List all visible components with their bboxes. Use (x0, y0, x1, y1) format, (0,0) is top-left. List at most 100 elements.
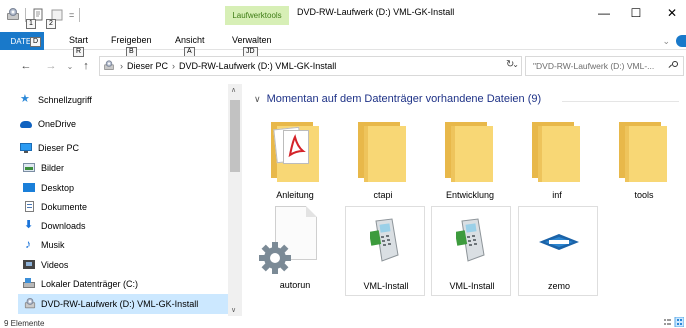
desktop-icon (23, 182, 36, 193)
minimize-button[interactable]: — (592, 4, 616, 22)
navigation-scrollbar[interactable]: ∧ ∨ (228, 84, 242, 316)
zemo-logo-icon (537, 233, 581, 251)
cloud-icon (20, 118, 33, 129)
file-name: inf (552, 190, 562, 200)
file-item-zemo[interactable]: zemo (518, 206, 598, 296)
scroll-down-icon[interactable]: ∨ (231, 306, 236, 314)
computer-icon (20, 142, 33, 153)
search-icon (668, 61, 678, 70)
sidebar-item-desktop[interactable]: Desktop (23, 182, 74, 193)
sidebar-item-this-pc[interactable]: Dieser PC (20, 142, 79, 153)
keytip-qa2: 2 (46, 19, 56, 29)
window-title: DVD-RW-Laufwerk (D:) VML-GK-Install (297, 7, 455, 17)
search-placeholder: "DVD-RW-Laufwerk (D:) VML-... (533, 61, 655, 71)
sidebar-item-downloads[interactable]: ⬇ Downloads (23, 220, 86, 231)
music-icon: ♪ (25, 237, 31, 251)
folder-icon (358, 122, 406, 182)
sidebar-item-label: Desktop (41, 182, 75, 193)
tab-view[interactable]: Ansicht (175, 35, 205, 45)
sidebar-item-label: Bilder (41, 162, 65, 173)
file-name: tools (634, 190, 654, 200)
sidebar-item-label: Schnellzugriff (38, 94, 92, 105)
view-toggle[interactable] (664, 316, 685, 328)
file-item-anleitung[interactable]: Anleitung (255, 116, 335, 206)
breadcrumb-current[interactable]: DVD-RW-Laufwerk (D:) VML-GK-Install (179, 61, 336, 71)
sidebar-item-onedrive[interactable]: OneDrive (20, 118, 76, 129)
breadcrumb-this-pc[interactable]: Dieser PC (127, 61, 168, 71)
file-item-vml-install-2[interactable]: VML-Install (431, 206, 511, 296)
sidebar-item-music[interactable]: ♪ Musik (23, 237, 65, 251)
recent-locations-icon[interactable]: ⌄ (62, 57, 78, 75)
forward-button[interactable]: → (43, 57, 59, 75)
item-count: 9 Elemente (4, 319, 45, 328)
file-item-vml-install-1[interactable]: VML-Install (345, 206, 425, 296)
folder-icon (619, 122, 667, 182)
toolbar-divider (79, 8, 81, 22)
star-icon: ★ (20, 93, 30, 105)
file-item-autorun[interactable]: autorun (255, 206, 335, 296)
group-header[interactable]: ∨ Momentan auf dem Datenträger vorhanden… (254, 93, 541, 105)
keytip-qa1: 1 (26, 19, 36, 29)
sidebar-item-label: DVD-RW-Laufwerk (D:) VML-GK-Install (41, 299, 199, 309)
group-divider (562, 101, 679, 102)
ribbon-expand-icon[interactable]: ⌄ (662, 36, 670, 47)
tab-manage[interactable]: Verwalten (232, 35, 272, 45)
pictures-icon (23, 162, 36, 173)
sidebar-item-pictures[interactable]: Bilder (23, 162, 64, 173)
card-terminal-icon (454, 217, 488, 263)
videos-icon (23, 259, 36, 270)
documents-icon (23, 201, 36, 212)
sidebar-item-label: Videos (41, 259, 69, 270)
sidebar-item-label: Downloads (41, 220, 86, 231)
tab-share[interactable]: Freigeben (111, 35, 152, 45)
dvd-drive-icon (6, 8, 20, 22)
sidebar-item-dvd-drive[interactable]: DVD-RW-Laufwerk (D:) VML-GK-Install (18, 294, 228, 314)
folder-icon (445, 122, 493, 182)
context-tab-drive-tools[interactable]: Laufwerktools (225, 6, 289, 25)
file-name: zemo (547, 281, 570, 291)
file-name: VML-Install (363, 281, 409, 291)
navigation-pane: ★ Schnellzugriff OneDrive Dieser PC Bild… (0, 84, 240, 316)
card-terminal-icon (368, 217, 402, 263)
sidebar-item-label: OneDrive (38, 118, 77, 129)
breadcrumb-separator: › (172, 61, 176, 71)
dvd-drive-icon (23, 297, 36, 310)
sidebar-item-label: Dokumente (41, 201, 88, 212)
downloads-icon: ⬇ (24, 219, 34, 231)
title-bar: = 1 2 Laufwerktools DVD-RW-Laufwerk (D:)… (0, 0, 686, 32)
help-icon[interactable] (676, 35, 686, 47)
maximize-button[interactable]: ☐ (624, 4, 648, 22)
sidebar-item-quick-access[interactable]: ★ Schnellzugriff (20, 94, 92, 105)
file-item-tools[interactable]: tools (604, 116, 684, 206)
group-title: Momentan auf dem Datenträger vorhandene … (266, 93, 542, 105)
file-item-inf[interactable]: inf (517, 116, 597, 206)
refresh-button[interactable]: ↻ (506, 59, 514, 70)
status-bar: 9 Elemente (0, 316, 686, 328)
file-item-entwicklung[interactable]: Entwicklung (430, 116, 510, 206)
dvd-drive-icon (103, 60, 114, 71)
address-row: ← → ⌄ ↑ › Dieser PC › DVD-RW-Laufwerk (D… (0, 55, 686, 79)
sidebar-item-documents[interactable]: Dokumente (23, 201, 87, 212)
up-button[interactable]: ↑ (78, 57, 94, 75)
file-item-ctapi[interactable]: ctapi (343, 116, 423, 206)
sidebar-item-label: Lokaler Datenträger (C:) (41, 278, 139, 289)
back-button[interactable]: ← (18, 57, 34, 75)
tab-start[interactable]: Start (69, 35, 88, 45)
sidebar-item-local-disk[interactable]: Lokaler Datenträger (C:) (23, 278, 138, 289)
keytip-file: D (30, 37, 42, 47)
quick-access-dropdown[interactable]: = (69, 10, 74, 20)
file-name: Entwicklung (445, 190, 495, 200)
search-input[interactable]: "DVD-RW-Laufwerk (D:) VML-... (525, 56, 684, 76)
quick-access-toolbar: = (6, 4, 81, 26)
sidebar-item-videos[interactable]: Videos (23, 259, 68, 270)
scrollbar-thumb[interactable] (230, 100, 240, 172)
local-disk-icon (23, 278, 36, 289)
file-name: autorun (279, 280, 311, 290)
folder-icon (532, 122, 580, 182)
address-bar[interactable]: › Dieser PC › DVD-RW-Laufwerk (D:) VML-G… (99, 56, 522, 76)
chevron-down-icon: ∨ (254, 93, 261, 104)
close-button[interactable]: ✕ (660, 4, 684, 22)
sidebar-item-label: Dieser PC (38, 142, 80, 153)
file-name: ctapi (373, 190, 393, 200)
scroll-up-icon[interactable]: ∧ (231, 86, 236, 94)
